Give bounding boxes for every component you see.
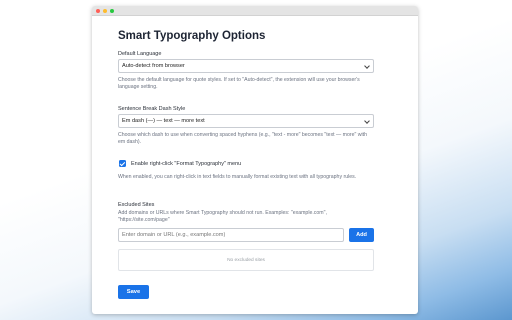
options-window: Smart Typography Options Default Languag… (92, 6, 418, 314)
save-button[interactable]: Save (118, 285, 149, 299)
close-window-icon[interactable] (96, 8, 100, 13)
add-excluded-site-button[interactable]: Add (349, 228, 374, 242)
chevron-down-icon (364, 63, 370, 69)
window-titlebar (92, 6, 418, 16)
chevron-down-icon (364, 118, 370, 124)
context-menu-label[interactable]: Enable right-click "Format Typography" m… (131, 161, 241, 167)
default-language-value: Auto-detect from browser (122, 63, 185, 69)
dash-style-value: Em dash (—) — text — more text (122, 118, 205, 124)
checkmark-icon (119, 160, 126, 166)
excluded-site-placeholder: Enter domain or URL (e.g., example.com) (122, 232, 226, 238)
default-language-label: Default Language (118, 51, 162, 57)
dash-style-description: Choose which dash to use when converting… (118, 132, 367, 146)
page-title: Smart Typography Options (118, 30, 266, 42)
minimize-window-icon[interactable] (103, 8, 107, 13)
maximize-window-icon[interactable] (110, 8, 114, 13)
dash-style-label: Sentence Break Dash Style (118, 106, 186, 112)
excluded-sites-empty-text: No excluded sites (227, 257, 265, 263)
excluded-sites-description: Add domains or URLs where Smart Typograp… (118, 210, 327, 224)
excluded-site-input[interactable]: Enter domain or URL (e.g., example.com) (118, 228, 344, 242)
excluded-sites-list: No excluded sites (118, 249, 374, 271)
default-language-description: Choose the default language for quote st… (118, 77, 360, 91)
dash-style-select[interactable]: Em dash (—) — text — more text (118, 114, 374, 128)
excluded-sites-label: Excluded Sites (118, 202, 155, 208)
context-menu-description: When enabled, you can right-click in tex… (118, 174, 357, 180)
default-language-select[interactable]: Auto-detect from browser (118, 59, 374, 73)
context-menu-checkbox[interactable] (119, 160, 126, 167)
